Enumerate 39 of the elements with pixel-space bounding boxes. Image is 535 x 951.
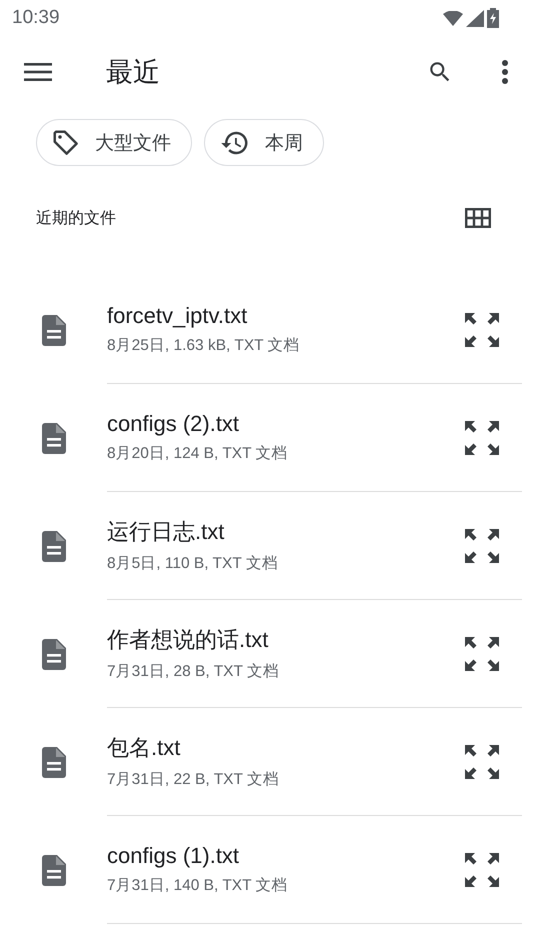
file-name: forcetv_iptv.txt bbox=[107, 303, 248, 329]
filter-chip[interactable]: 大型文件 bbox=[36, 119, 192, 166]
more-options-button[interactable] bbox=[501, 59, 509, 85]
battery-icon bbox=[487, 8, 499, 28]
document-icon bbox=[42, 530, 66, 562]
section-title: 近期的文件 bbox=[36, 208, 116, 228]
expand-icon bbox=[464, 312, 500, 348]
expand-icon bbox=[464, 528, 500, 564]
file-details: 7月31日, 22 B, TXT 文档 bbox=[107, 770, 280, 790]
page-title: 最近 bbox=[106, 56, 161, 89]
menu-button[interactable] bbox=[24, 62, 52, 82]
expand-icon bbox=[464, 420, 500, 456]
expand-icon bbox=[464, 852, 500, 888]
expand-icon bbox=[464, 744, 500, 780]
filter-chip[interactable]: 本周 bbox=[204, 119, 324, 166]
document-icon bbox=[42, 746, 66, 778]
grid-view-button[interactable] bbox=[465, 208, 491, 228]
menu-icon bbox=[24, 62, 52, 82]
file-name: configs (2).txt bbox=[107, 411, 240, 437]
file-name: 作者想说的话.txt bbox=[107, 626, 270, 654]
grid-view-icon bbox=[465, 208, 491, 228]
wifi-icon bbox=[443, 10, 463, 26]
tag-icon bbox=[51, 128, 81, 158]
file-name: 包名.txt bbox=[107, 734, 182, 762]
document-icon bbox=[42, 314, 66, 346]
expand-icon bbox=[464, 636, 500, 672]
file-name: 运行日志.txt bbox=[107, 518, 226, 546]
document-icon bbox=[42, 422, 66, 454]
signal-icon bbox=[466, 10, 484, 26]
file-details: 7月31日, 28 B, TXT 文档 bbox=[107, 662, 280, 682]
status-time: 10:39 bbox=[12, 7, 60, 29]
file-details: 8月25日, 1.63 kB, TXT 文档 bbox=[107, 336, 301, 356]
file-name: configs (1).txt bbox=[107, 843, 240, 869]
document-icon bbox=[42, 854, 66, 886]
document-icon bbox=[42, 638, 66, 670]
file-details: 8月5日, 110 B, TXT 文档 bbox=[107, 554, 279, 574]
file-details: 7月31日, 140 B, TXT 文档 bbox=[107, 876, 289, 896]
file-details: 8月20日, 124 B, TXT 文档 bbox=[107, 444, 289, 464]
more-icon bbox=[501, 59, 509, 85]
